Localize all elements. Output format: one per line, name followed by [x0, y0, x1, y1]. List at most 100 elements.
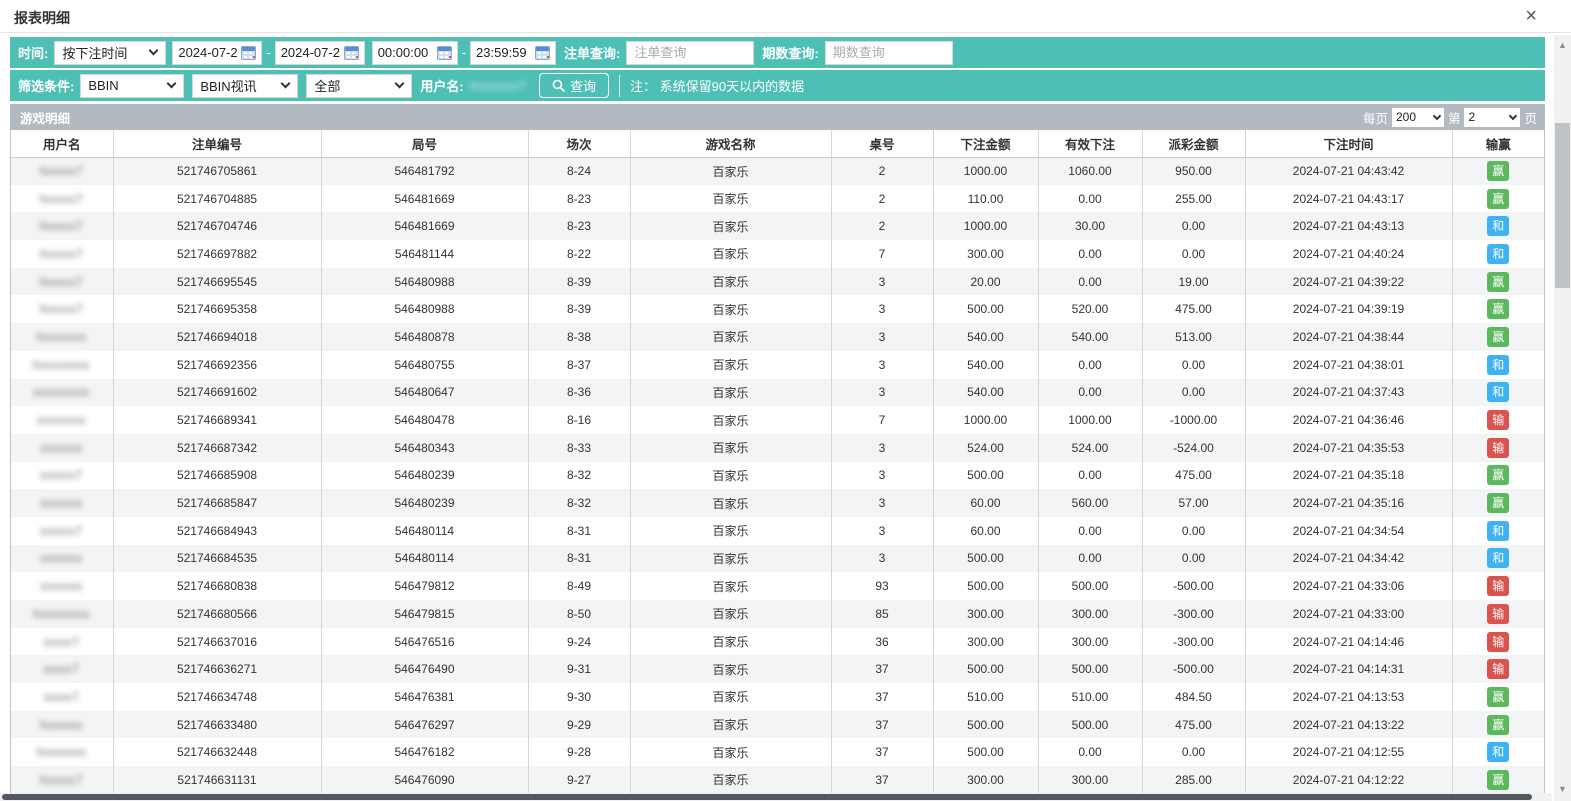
date-to-input[interactable] [281, 45, 340, 60]
cell-payout: 0.00 [1142, 379, 1245, 407]
username-label: 用户名: [420, 76, 463, 95]
table-row: hxxxxx 521746633480 546476297 9-29 百家乐 3… [11, 711, 1544, 739]
cell-bet-no: 521746680566 [113, 600, 321, 628]
cell-bet-time: 2024-07-21 04:39:22 [1245, 268, 1452, 296]
game-type-selected: BBIN视讯 [200, 76, 256, 95]
cell-game-name: 百家乐 [630, 268, 831, 296]
table-row: xxxx7 521746634748 546476381 9-30 百家乐 37… [11, 683, 1544, 711]
calendar-icon[interactable] [241, 46, 256, 60]
cell-valid-bet: 524.00 [1038, 434, 1142, 462]
time-type-selected: 按下注时间 [62, 43, 127, 62]
scroll-up-icon[interactable]: ▲ [1554, 37, 1571, 53]
bet-query-input[interactable] [634, 42, 746, 64]
cell-round-no: 546480343 [321, 434, 528, 462]
category-select[interactable]: 全部 [306, 74, 412, 98]
cell-bet-amount: 500.00 [933, 462, 1038, 490]
table-row: hxxxx7 521746705861 546481792 8-24 百家乐 2… [11, 157, 1544, 185]
cell-table-no: 85 [831, 600, 933, 628]
date-to-field[interactable] [275, 41, 365, 65]
period-query-input[interactable] [833, 42, 945, 64]
search-button[interactable]: 查询 [539, 73, 609, 98]
cell-round-no: 546480755 [321, 351, 528, 379]
cell-valid-bet: 560.00 [1038, 489, 1142, 517]
result-badge: 赢 [1487, 189, 1509, 209]
cell-session: 8-23 [528, 212, 630, 240]
cell-result: 输 [1452, 434, 1544, 462]
time-from-field[interactable] [372, 41, 458, 65]
cell-valid-bet: 0.00 [1038, 462, 1142, 490]
cell-table-no: 93 [831, 572, 933, 600]
cell-round-no: 546480878 [321, 323, 528, 351]
horizontal-scrollbar[interactable] [0, 793, 1552, 801]
cell-bet-no: 521746636271 [113, 655, 321, 683]
cell-session: 8-31 [528, 545, 630, 573]
cell-result: 输 [1452, 406, 1544, 434]
col-valid-bet: 有效下注 [1038, 130, 1142, 157]
time-range-dash: - [462, 45, 466, 60]
result-badge: 输 [1487, 410, 1509, 430]
calendar-icon[interactable] [437, 46, 452, 60]
cell-result: 和 [1452, 212, 1544, 240]
cell-bet-no: 521746685847 [113, 489, 321, 517]
cell-bet-time: 2024-07-21 04:38:44 [1245, 323, 1452, 351]
cell-result: 赢 [1452, 323, 1544, 351]
cell-game-name: 百家乐 [630, 655, 831, 683]
cell-bet-no: 521746694018 [113, 323, 321, 351]
cell-table-no: 7 [831, 406, 933, 434]
page-select[interactable]: 2 [1464, 108, 1520, 127]
vertical-scrollbar-thumb[interactable] [1555, 123, 1570, 288]
time-to-field[interactable] [470, 41, 556, 65]
result-badge: 和 [1487, 244, 1509, 264]
vertical-scrollbar[interactable]: ▲ ▼ [1554, 35, 1571, 801]
cell-bet-time: 2024-07-21 04:35:16 [1245, 489, 1452, 517]
period-query-field[interactable] [825, 41, 953, 65]
cell-valid-bet: 300.00 [1038, 600, 1142, 628]
cell-session: 9-28 [528, 738, 630, 766]
per-page-select[interactable]: 200 [1392, 108, 1444, 127]
cell-session: 8-32 [528, 462, 630, 490]
result-badge: 输 [1487, 604, 1509, 624]
cell-bet-amount: 300.00 [933, 628, 1038, 656]
cell-bet-amount: 500.00 [933, 295, 1038, 323]
cell-game-name: 百家乐 [630, 766, 831, 794]
table-row: hxxxx7 521746695358 546480988 8-39 百家乐 3… [11, 295, 1544, 323]
cell-round-no: 546480114 [321, 517, 528, 545]
cell-bet-time: 2024-07-21 04:33:00 [1245, 600, 1452, 628]
horizontal-scrollbar-thumb[interactable] [2, 794, 1532, 800]
time-to-input[interactable] [476, 45, 531, 60]
cell-payout: -300.00 [1142, 600, 1245, 628]
calendar-icon[interactable] [344, 46, 359, 60]
cell-table-no: 36 [831, 628, 933, 656]
cell-bet-no: 521746684943 [113, 517, 321, 545]
time-from-input[interactable] [378, 45, 433, 60]
close-icon[interactable]: × [1525, 5, 1537, 27]
cell-round-no: 546476090 [321, 766, 528, 794]
game-type-select[interactable]: BBIN视讯 [192, 74, 298, 98]
cell-bet-no: 521746687342 [113, 434, 321, 462]
cell-bet-amount: 500.00 [933, 738, 1038, 766]
cell-result: 赢 [1452, 185, 1544, 213]
col-bet-time: 下注时间 [1245, 130, 1452, 157]
cell-session: 8-36 [528, 379, 630, 407]
filter-row-conditions: 筛选条件: BBIN BBIN视讯 全部 用户名: hxxxxxx7 查询 注：… [10, 70, 1545, 101]
cell-result: 赢 [1452, 462, 1544, 490]
cell-game-name: 百家乐 [630, 738, 831, 766]
time-type-select[interactable]: 按下注时间 [54, 41, 166, 65]
cell-round-no: 546481144 [321, 240, 528, 268]
col-bet-amount: 下注金额 [933, 130, 1038, 157]
result-badge: 赢 [1487, 272, 1509, 292]
platform-select[interactable]: BBIN [80, 74, 184, 98]
table-row: xxxxx7 521746684943 546480114 8-31 百家乐 3… [11, 517, 1544, 545]
date-from-input[interactable] [178, 45, 237, 60]
date-from-field[interactable] [172, 41, 262, 65]
time-label: 时间: [18, 43, 48, 62]
cell-bet-no: 521746631131 [113, 766, 321, 794]
scroll-down-icon[interactable]: ▼ [1554, 781, 1571, 797]
cell-session: 8-22 [528, 240, 630, 268]
cell-bet-amount: 540.00 [933, 351, 1038, 379]
calendar-icon[interactable] [535, 46, 550, 60]
bet-query-field[interactable] [626, 41, 754, 65]
cell-table-no: 3 [831, 517, 933, 545]
col-result: 输赢 [1452, 130, 1544, 157]
cell-payout: 57.00 [1142, 489, 1245, 517]
